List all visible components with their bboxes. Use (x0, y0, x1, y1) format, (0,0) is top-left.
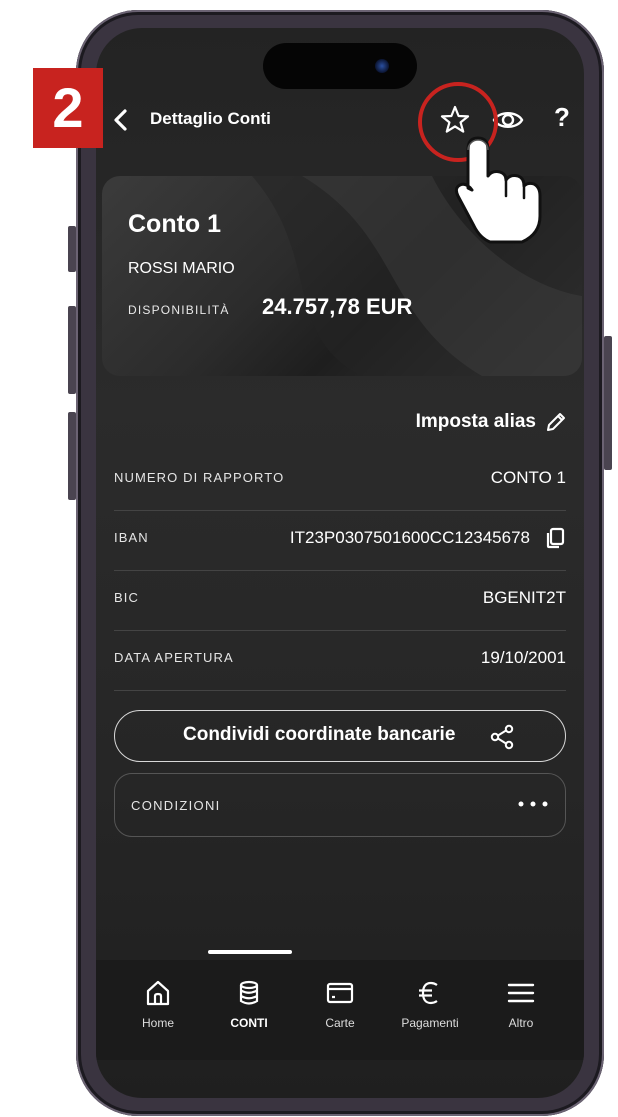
detail-row-opening-date: DATA APERTURA 19/10/2001 (114, 630, 566, 691)
more-icon[interactable] (517, 796, 549, 812)
menu-icon (507, 983, 535, 1003)
phone-side-button (68, 306, 76, 394)
dynamic-island (263, 43, 417, 89)
phone-side-button (68, 412, 76, 500)
nav-label: Home (141, 1016, 174, 1030)
detail-row-iban: IBAN IT23P0307501600CC12345678 (114, 510, 566, 571)
step-number-badge: 2 (33, 68, 103, 148)
detail-label: BIC (114, 590, 139, 605)
bottom-nav: Home CONTI Carte Pagamenti Altro (96, 960, 584, 1060)
help-icon[interactable]: ? (550, 102, 574, 133)
set-alias-label: Imposta alias (415, 411, 536, 432)
nav-item-altro[interactable]: Altro (476, 970, 566, 1050)
detail-value: BGENIT2T (482, 588, 566, 607)
copy-icon[interactable] (544, 526, 566, 550)
share-icon (490, 724, 514, 750)
set-alias-button[interactable]: Imposta alias (416, 410, 568, 434)
account-name: Conto 1 (128, 210, 222, 238)
pointing-hand-icon (454, 136, 542, 244)
availability-value: 24.757,78 EUR (262, 294, 413, 319)
nav-item-pagamenti[interactable]: Pagamenti (385, 970, 475, 1050)
share-bank-details-button[interactable]: Condividi coordinate bancarie (114, 710, 566, 762)
nav-item-carte[interactable]: Carte (295, 970, 385, 1050)
detail-row-rapporto: NUMERO DI RAPPORTO CONTO 1 (114, 450, 566, 511)
euro-icon (419, 981, 438, 1005)
conditions-button[interactable]: CONDIZIONI (114, 773, 566, 837)
nav-label: Pagamenti (401, 1016, 459, 1030)
detail-row-bic: BIC BGENIT2T (114, 570, 566, 631)
account-holder: ROSSI MARIO (128, 260, 235, 277)
page-title: Dettaglio Conti (150, 109, 271, 128)
camera-lens (375, 59, 389, 73)
nav-item-conti[interactable]: CONTI (204, 970, 294, 1050)
back-icon[interactable] (108, 107, 134, 133)
detail-value: 19/10/2001 (480, 648, 566, 667)
phone-side-button (604, 336, 612, 470)
phone-side-button (68, 226, 76, 272)
detail-label: IBAN (114, 530, 149, 545)
detail-label: NUMERO DI RAPPORTO (114, 470, 285, 485)
pencil-icon (547, 413, 565, 431)
database-icon (239, 980, 259, 1005)
detail-value: CONTO 1 (490, 468, 566, 487)
active-tab-indicator (208, 950, 292, 954)
conditions-label: CONDIZIONI (131, 798, 221, 813)
nav-label: Altro (508, 1016, 534, 1030)
nav-item-home[interactable]: Home (113, 970, 203, 1050)
nav-label: CONTI (230, 1016, 268, 1030)
iban-value: IT23P0307501600CC12345678 (289, 528, 530, 547)
detail-label: DATA APERTURA (114, 650, 234, 665)
home-icon (146, 980, 170, 1006)
availability-label: DISPONIBILITÀ (128, 303, 230, 317)
nav-label: Carte (325, 1016, 355, 1030)
card-icon (326, 982, 354, 1004)
share-button-label: Condividi coordinate bancarie (183, 724, 456, 745)
